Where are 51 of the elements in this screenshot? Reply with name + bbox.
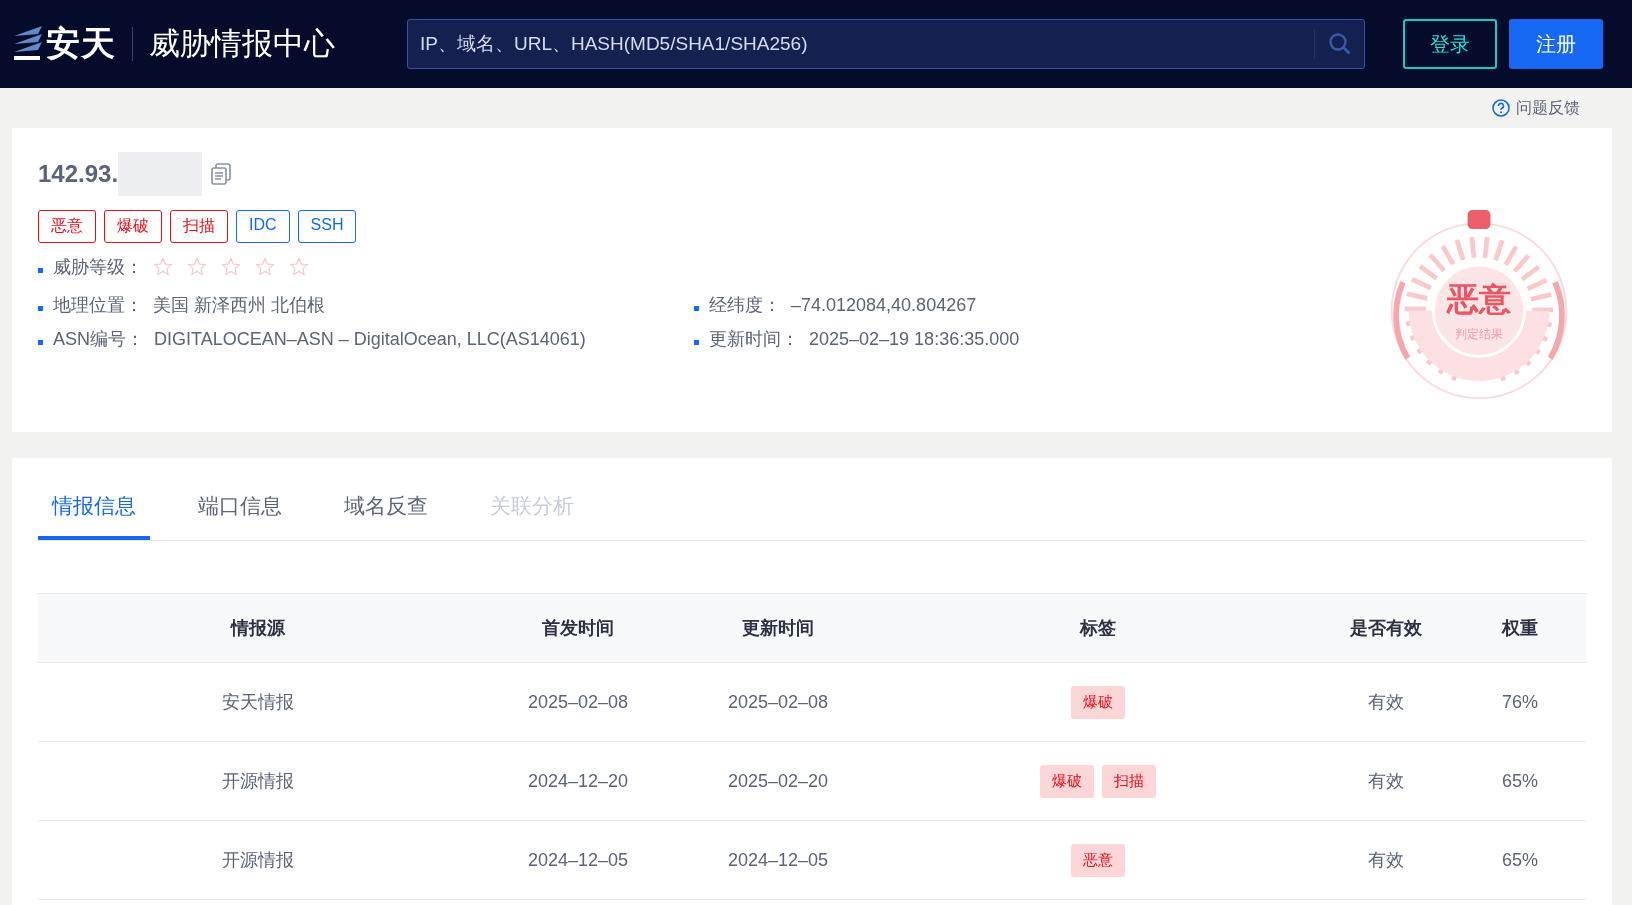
- tab[interactable]: 域名反查: [330, 492, 442, 540]
- tag: 爆破: [1071, 685, 1125, 719]
- table-cell-text: 65%: [1501, 849, 1539, 871]
- table-cell-text: 2024–12–05: [526, 849, 630, 871]
- table-cell-text: 65%: [1501, 770, 1539, 792]
- column-header: 首发时间: [541, 617, 615, 640]
- field-label: 更新时间：: [709, 328, 799, 351]
- verdict-label: 恶意: [1447, 279, 1511, 319]
- field-label: ASN编号：: [53, 328, 144, 351]
- brand-name: 安天: [46, 23, 116, 64]
- tag: 扫描: [1102, 764, 1156, 798]
- table-cell-text: 安天情报: [221, 691, 295, 714]
- tag: 爆破: [104, 210, 162, 243]
- tab[interactable]: 端口信息: [184, 492, 296, 540]
- table-cell-text: 2025–02–08: [526, 691, 630, 713]
- tab[interactable]: 情报信息: [38, 492, 150, 540]
- site-title: 威胁情报中心: [149, 25, 335, 63]
- table-cell-text: 2025–02–20: [726, 770, 830, 792]
- tag: SSH: [297, 210, 357, 243]
- column-header: 情报源: [229, 617, 286, 640]
- table-cell-text: 2025–02–08: [726, 691, 830, 713]
- table-cell-text: 开源情报: [221, 770, 295, 793]
- login-button[interactable]: 登录: [1403, 19, 1497, 69]
- table-cell-text: 2024–12–20: [526, 770, 630, 792]
- verdict-caption: 判定结果: [1455, 325, 1503, 343]
- field-value: 2025–02–19 18:36:35.000: [809, 328, 1020, 350]
- field-value: 美国 新泽西州 北伯根: [153, 294, 325, 317]
- column-header: 权重: [1500, 617, 1539, 640]
- column-header: 更新时间: [741, 617, 815, 640]
- search-field[interactable]: IP、域名、URL、HASH(MD5/SHA1/SHA256): [407, 19, 1365, 69]
- table-cell-text: 开源情报: [221, 849, 295, 872]
- field-value: DIGITALOCEAN–ASN – DigitalOcean, LLC(AS14061): [154, 328, 586, 350]
- tag: 恶意: [38, 210, 96, 243]
- tag: 恶意: [1071, 843, 1125, 877]
- table-cell-text: 有效: [1367, 770, 1405, 793]
- column-header: 标签: [1078, 617, 1117, 640]
- column-header: 是否有效: [1349, 617, 1423, 640]
- table-cell-text: 2024–12–05: [726, 849, 830, 871]
- register-button[interactable]: 注册: [1509, 19, 1603, 69]
- tag: 爆破: [1040, 764, 1094, 798]
- table-cell-text: 有效: [1367, 691, 1405, 714]
- table-cell-text: 76%: [1501, 691, 1539, 713]
- field-label: 地理位置：: [53, 294, 143, 317]
- ip-address: 142.93.: [38, 160, 119, 188]
- tag: 扫描: [170, 210, 228, 243]
- tag: IDC: [236, 210, 290, 243]
- feedback-link[interactable]: 问题反馈: [1492, 97, 1580, 119]
- field-value: –74.012084,40.804267: [791, 294, 977, 316]
- table-cell-text: 有效: [1367, 849, 1405, 872]
- field-label: 威胁等级：: [53, 256, 143, 279]
- field-label: 经纬度：: [709, 294, 781, 317]
